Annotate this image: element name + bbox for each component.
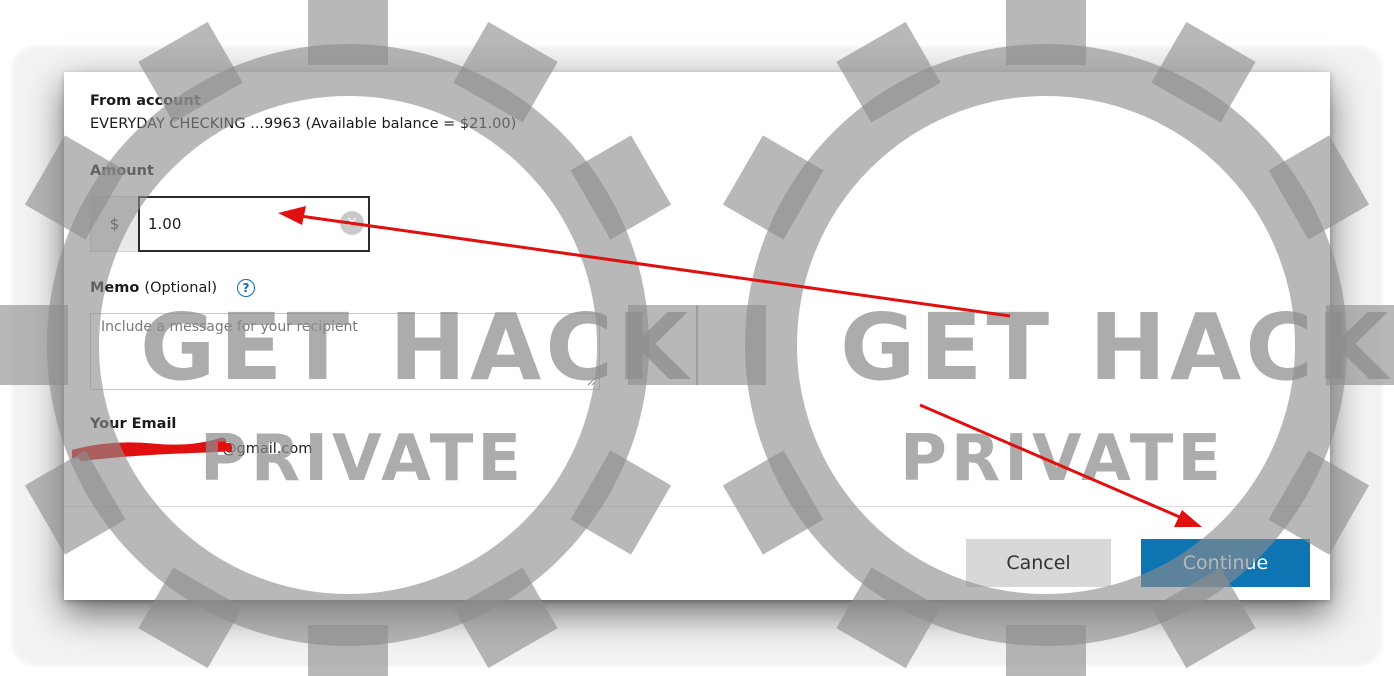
from-account-value: EVERYDAY CHECKING ...9963 (Available bal…: [90, 116, 517, 132]
currency-prefix: $: [90, 196, 138, 252]
amount-value: 1.00: [148, 215, 182, 233]
email-label: Your Email: [90, 416, 177, 432]
redaction-mark: [72, 437, 232, 461]
email-value: @gmail.com: [222, 441, 313, 457]
clear-icon[interactable]: ✕: [340, 211, 364, 235]
from-account-label: From account: [90, 93, 201, 109]
amount-input[interactable]: 1.00: [138, 196, 370, 252]
resize-handle-icon[interactable]: [586, 376, 596, 386]
memo-optional-text: (Optional): [144, 280, 218, 296]
memo-label: Memo (Optional): [90, 280, 217, 296]
continue-button[interactable]: Continue: [1141, 539, 1310, 587]
help-icon[interactable]: ?: [237, 279, 255, 297]
footer-divider: [64, 506, 1310, 507]
memo-label-text: Memo: [90, 280, 140, 296]
memo-textarea[interactable]: Include a message for your recipient: [90, 313, 600, 390]
cancel-button[interactable]: Cancel: [966, 539, 1111, 587]
memo-placeholder: Include a message for your recipient: [101, 319, 358, 335]
amount-label: Amount: [90, 163, 154, 179]
